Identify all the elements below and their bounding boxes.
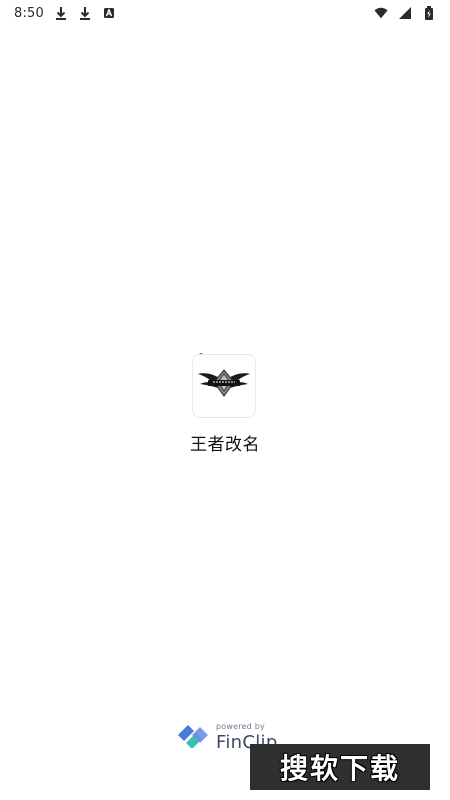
finclip-logo-icon <box>176 722 210 752</box>
status-left: 8:50 <box>14 6 116 21</box>
status-right <box>374 6 436 20</box>
download-icon <box>78 6 92 20</box>
app-icon <box>192 354 256 418</box>
status-time: 8:50 <box>14 5 44 21</box>
kog-emblem-icon <box>196 364 252 408</box>
splash-screen: 8:50 王者改名 powered by FinClip 搜软下载 <box>0 0 450 800</box>
powered-by-text: powered by <box>216 721 265 731</box>
watermark-text: 搜软下载 <box>279 752 400 785</box>
status-bar: 8:50 <box>0 0 450 26</box>
battery-charging-icon <box>422 6 436 20</box>
download-icon <box>54 6 68 20</box>
app-name: 王者改名 <box>190 435 260 455</box>
wifi-icon <box>374 6 388 20</box>
watermark: 搜软下载 <box>250 744 430 790</box>
app-notification-icon <box>102 6 116 20</box>
cell-signal-icon <box>398 6 412 20</box>
